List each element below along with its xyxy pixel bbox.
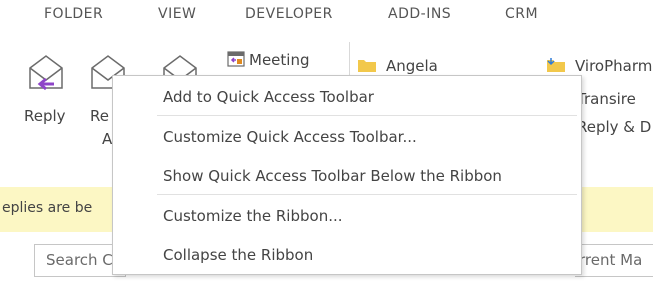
context-menu: Add to Quick Access Toolbar Customize Qu… (112, 75, 582, 275)
quick-step-reply-delete[interactable]: Reply & D (577, 118, 651, 136)
tab-view[interactable]: VIEW (158, 6, 196, 22)
quick-step-label: Angela (386, 57, 438, 75)
menu-item-add-to-qat[interactable]: Add to Quick Access Toolbar (163, 88, 374, 106)
meeting-button[interactable]: Meeting (227, 50, 309, 69)
reply-label: Reply (24, 107, 66, 125)
reply-all-label-1: Re (90, 107, 109, 125)
quick-step-transire[interactable]: Transire (577, 90, 636, 108)
tab-folder[interactable]: FOLDER (44, 6, 103, 22)
quick-step-virophar[interactable]: ViroPharm (547, 57, 652, 75)
quick-step-angela[interactable]: Angela (358, 57, 438, 75)
menu-separator (157, 194, 577, 195)
reply-all-label-2: A (102, 130, 113, 148)
meeting-icon (227, 51, 245, 67)
menu-separator (157, 115, 577, 116)
search-placeholder: Search C (46, 251, 113, 269)
reply-icon (29, 55, 63, 91)
folder-icon (358, 60, 376, 72)
quick-step-label: ViroPharm (575, 57, 653, 75)
menu-item-show-qat-below[interactable]: Show Quick Access Toolbar Below the Ribb… (163, 167, 502, 185)
menu-item-customize-qat[interactable]: Customize Quick Access Toolbar... (163, 128, 417, 146)
reply-button[interactable]: Reply (20, 50, 78, 132)
ribbon-tabs: FOLDER VIEW DEVELOPER ADD-INS CRM (0, 0, 653, 30)
search-scope-label: rrent Ma (579, 251, 643, 269)
menu-item-customize-ribbon[interactable]: Customize the Ribbon... (163, 207, 343, 225)
folder-move-icon (547, 58, 565, 72)
meeting-label: Meeting (249, 51, 310, 69)
menu-item-collapse-ribbon[interactable]: Collapse the Ribbon (163, 246, 313, 264)
tab-developer[interactable]: DEVELOPER (245, 6, 333, 22)
tab-add-ins[interactable]: ADD-INS (388, 6, 451, 22)
info-bar-text: eplies are be (2, 200, 93, 216)
tab-crm[interactable]: CRM (505, 6, 538, 22)
